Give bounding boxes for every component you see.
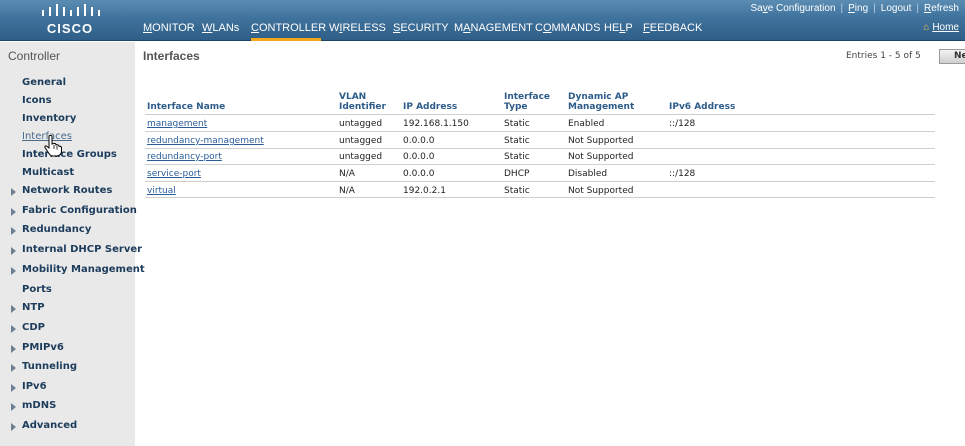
header-divider — [145, 114, 935, 115]
column-header-management: Management — [568, 102, 635, 112]
sidebar-item-multicast[interactable]: Multicast — [22, 167, 74, 178]
sidebar-item-icons[interactable]: Icons — [22, 95, 52, 106]
table-cell: 0.0.0.0 — [403, 169, 435, 179]
cisco-logo: CISCO — [34, 4, 106, 38]
table-cell: Enabled — [568, 119, 605, 129]
row-divider — [145, 197, 935, 198]
column-header-vlan-identifier: Identifier — [339, 102, 386, 112]
table-cell: 0.0.0.0 — [403, 136, 435, 146]
expand-arrow-icon[interactable] — [11, 423, 16, 431]
entries-count: Entries 1 - 5 of 5 — [846, 51, 921, 61]
row-divider — [145, 164, 935, 165]
expand-arrow-icon[interactable] — [11, 305, 16, 313]
sidebar-item-general[interactable]: General — [22, 77, 66, 88]
table-cell: Not Supported — [568, 136, 634, 146]
utility-links: Save Configuration | Ping | Logout | Refresh — [750, 3, 959, 14]
sidebar: Controller General Icons Inventory Inter… — [0, 42, 145, 446]
nav-wireless[interactable]: WIRELESS — [329, 22, 386, 41]
column-header-interface-name: Interface Name — [147, 102, 226, 112]
table-cell: Static — [504, 186, 530, 196]
sidebar-item-ntp[interactable]: NTP — [22, 302, 45, 313]
expand-arrow-icon[interactable] — [11, 267, 16, 275]
sidebar-item-mobility-management[interactable]: Mobility Management — [22, 264, 145, 275]
expand-arrow-icon[interactable] — [11, 208, 16, 216]
expand-arrow-icon[interactable] — [11, 345, 16, 353]
expand-arrow-icon[interactable] — [11, 403, 16, 411]
save-configuration-link[interactable]: Save Configuration — [750, 3, 835, 14]
ping-link[interactable]: Ping — [848, 3, 868, 14]
home-icon: ⌂ — [923, 22, 930, 33]
sidebar-title: Controller — [8, 49, 61, 63]
interface-name-link[interactable]: redundancy-port — [147, 152, 222, 162]
expand-arrow-icon[interactable] — [11, 227, 16, 235]
sidebar-item-advanced[interactable]: Advanced — [22, 420, 77, 431]
column-header-interface-type: Type — [504, 102, 528, 112]
nav-controller[interactable]: CONTROLLER — [251, 22, 326, 41]
row-divider — [145, 148, 935, 149]
nav-help[interactable]: HELP — [604, 22, 633, 41]
expand-arrow-icon[interactable] — [11, 384, 16, 392]
top-header: CISCO Save Configuration | Ping | Logout | Ref… — [0, 0, 965, 41]
logo-text: CISCO — [46, 21, 94, 36]
table-cell: DHCP — [504, 169, 530, 179]
sidebar-item-network-routes[interactable]: Network Routes — [22, 185, 112, 196]
table-cell: 192.168.1.150 — [403, 119, 469, 129]
home-link[interactable]: ⌂ Home — [923, 22, 959, 33]
nav-commands[interactable]: COMMANDS — [535, 22, 600, 41]
nav-security[interactable]: SECURITY — [393, 22, 449, 41]
logout-link[interactable]: Logout — [881, 3, 912, 14]
interface-name-link[interactable]: redundancy-management — [147, 136, 264, 146]
sidebar-item-internal-dhcp-server[interactable]: Internal DHCP Server — [22, 244, 142, 255]
table-cell: Static — [504, 136, 530, 146]
refresh-link[interactable]: Refresh — [924, 3, 959, 14]
page-title: Interfaces — [143, 49, 200, 63]
sidebar-item-pmipv6[interactable]: PMIPv6 — [22, 342, 64, 353]
sidebar-item-mdns[interactable]: mDNS — [22, 400, 56, 411]
row-divider — [145, 181, 935, 182]
expand-arrow-icon[interactable] — [11, 325, 16, 333]
column-header-ipv6-address: IPv6 Address — [669, 102, 736, 112]
sidebar-item-tunneling[interactable]: Tunneling — [22, 361, 77, 372]
hand-cursor-icon — [44, 135, 62, 157]
table-cell: ::/128 — [669, 169, 696, 179]
table-cell: Not Supported — [568, 152, 634, 162]
sidebar-item-ipv6[interactable]: IPv6 — [22, 381, 47, 392]
table-cell: ::/128 — [669, 119, 696, 129]
column-header-ip-address: IP Address — [403, 102, 458, 112]
table-cell: Static — [504, 152, 530, 162]
column-header-dynamic-ap: Dynamic AP — [568, 92, 629, 102]
nav-monitor[interactable]: MONITOR — [143, 22, 195, 41]
row-divider — [145, 131, 935, 132]
expand-arrow-icon[interactable] — [11, 364, 16, 372]
new-button[interactable]: Ne — [939, 49, 965, 64]
expand-arrow-icon[interactable] — [11, 188, 16, 196]
column-header-interface: Interface — [504, 92, 551, 102]
nav-feedback[interactable]: FEEDBACK — [643, 22, 702, 41]
table-cell: untagged — [339, 119, 383, 129]
sidebar-item-interface-groups[interactable]: Interface Groups — [22, 149, 117, 160]
table-cell: untagged — [339, 152, 383, 162]
interface-name-link[interactable]: management — [147, 119, 207, 129]
sidebar-item-inventory[interactable]: Inventory — [22, 113, 76, 124]
table-cell: N/A — [339, 186, 355, 196]
sidebar-item-fabric-configuration[interactable]: Fabric Configuration — [22, 205, 137, 216]
table-cell: N/A — [339, 169, 355, 179]
table-cell: untagged — [339, 136, 383, 146]
table-cell: Static — [504, 119, 530, 129]
expand-arrow-icon[interactable] — [11, 247, 16, 255]
interface-name-link[interactable]: service-port — [147, 169, 201, 179]
sidebar-item-redundancy[interactable]: Redundancy — [22, 224, 91, 235]
cisco-bars-icon — [42, 4, 100, 16]
table-cell: Disabled — [568, 169, 608, 179]
nav-wlans[interactable]: WLANs — [202, 22, 239, 41]
interface-name-link[interactable]: virtual — [147, 186, 176, 196]
sidebar-item-ports[interactable]: Ports — [22, 284, 52, 295]
nav-management[interactable]: MANAGEMENT — [454, 22, 533, 41]
table-cell: 0.0.0.0 — [403, 152, 435, 162]
table-cell: Not Supported — [568, 186, 634, 196]
table-cell: 192.0.2.1 — [403, 186, 446, 196]
sidebar-item-cdp[interactable]: CDP — [22, 322, 45, 333]
column-header-vlan: VLAN — [339, 92, 367, 102]
